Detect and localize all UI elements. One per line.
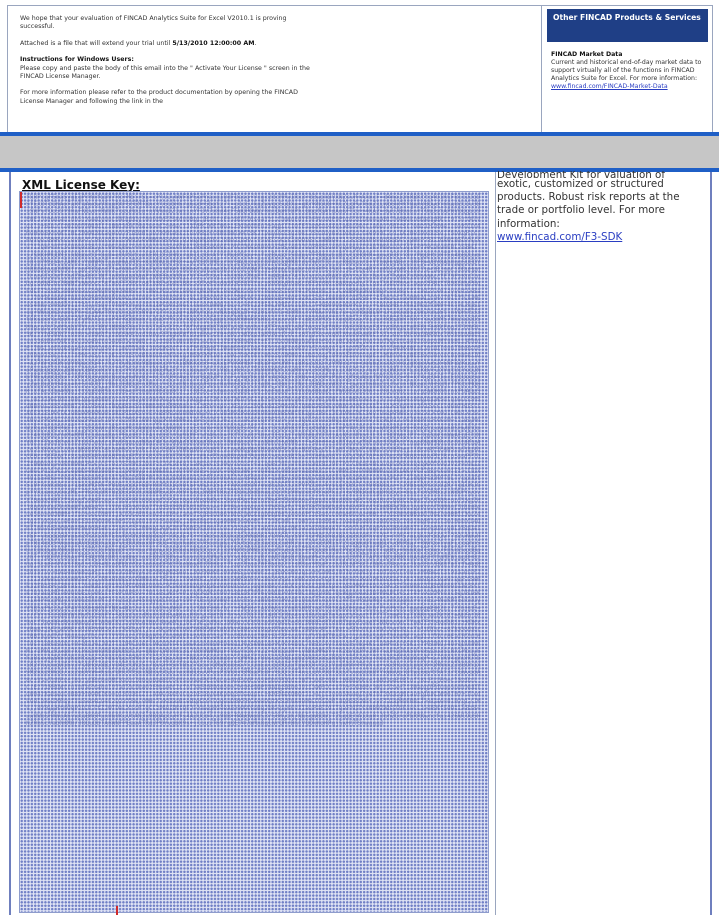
sdk-section: Development Kit for valuation of exotic,…: [497, 171, 707, 244]
column-divider: [495, 172, 496, 915]
instructions-heading: Instructions for Windows Users:: [20, 56, 134, 64]
email-intro: We hope that your evaluation of FINCAD A…: [20, 15, 320, 114]
gray-band: [0, 136, 719, 168]
market-data-text: Current and historical end-of-day market…: [551, 59, 702, 82]
sdk-cut-line: Development Kit for valuation of: [497, 171, 665, 178]
email-body-lower: XML License Key: fkHPcgF5maSyqEgPrKkfLD9…: [9, 171, 712, 915]
trial-suffix: .: [254, 39, 257, 47]
trial-prefix: Attached is a file that will extend your…: [20, 39, 171, 47]
sdk-text: exotic, customized or structured product…: [497, 178, 680, 230]
trial-extension-text: Attached is a file that will extend your…: [20, 40, 320, 48]
text-cursor: [116, 906, 118, 915]
instructions: Instructions for Windows Users: Please c…: [20, 56, 320, 81]
email-body-top: We hope that your evaluation of FINCAD A…: [7, 5, 713, 133]
market-data-link[interactable]: www.fincad.com/FINCAD-Market-Data: [551, 83, 668, 90]
sidebar-header: Other FINCAD Products & Services: [547, 9, 708, 42]
instructions-text: Please copy and paste the body of this e…: [20, 64, 310, 81]
products-sidebar: Other FINCAD Products & Services FINCAD …: [541, 6, 712, 132]
license-key-selection[interactable]: fkHPcgF5maSyqEgPrKkfLD9/Hc+MbjrSL=cPjVJy…: [19, 191, 489, 913]
trial-date: 5/13/2010 12:00:00 AM: [172, 39, 255, 47]
sdk-link[interactable]: www.fincad.com/F3-SDK: [497, 231, 622, 243]
license-key-label: XML License Key:: [22, 178, 140, 192]
intro-line: We hope that your evaluation of FINCAD A…: [20, 15, 287, 31]
license-key-text[interactable]: fkHPcgF5maSyqEgPrKkfLD9/Hc+MbjrSL=cPjVJy…: [26, 194, 482, 908]
market-data-title: FINCAD Market Data: [551, 51, 623, 58]
market-data-section: FINCAD Market Data Current and historica…: [547, 42, 708, 91]
more-info-text: For more information please refer to the…: [20, 89, 298, 105]
